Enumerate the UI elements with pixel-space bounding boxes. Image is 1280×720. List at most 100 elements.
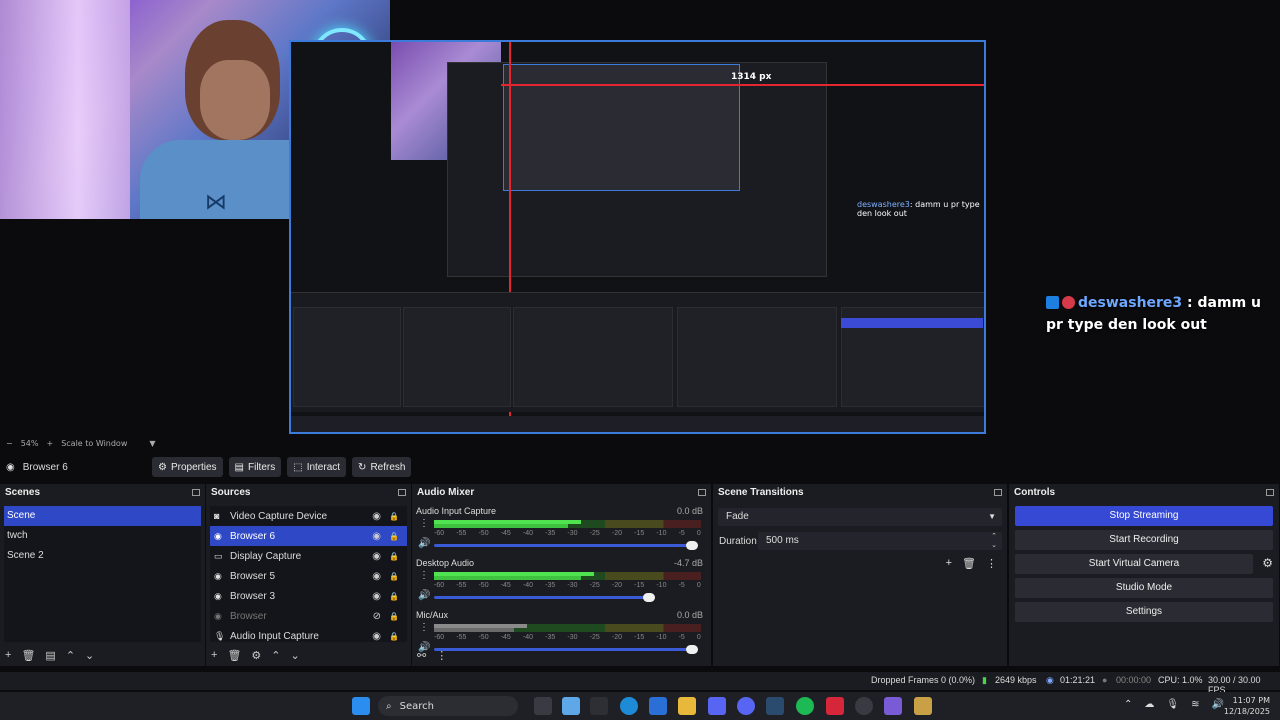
eye-icon[interactable]: ◉ — [372, 551, 381, 562]
eye-icon[interactable]: ◉ — [372, 531, 381, 542]
undock-icon[interactable] — [192, 488, 200, 496]
discord-icon[interactable] — [708, 697, 726, 715]
start-icon[interactable] — [352, 697, 370, 715]
display-capture-source[interactable]: 1314 px deswashere3: damm u pr type den … — [289, 40, 986, 434]
app3-icon[interactable] — [914, 697, 932, 715]
source-item[interactable]: ◙ Video Capture Device ◉ 🔒 — [210, 506, 407, 526]
copilot-icon[interactable] — [562, 697, 580, 715]
wifi-icon[interactable]: ≋ — [1191, 699, 1199, 710]
volume-slider-knob[interactable] — [685, 541, 698, 550]
kebab-icon[interactable]: ⋮ — [986, 557, 997, 570]
volume-slider-knob[interactable] — [642, 593, 655, 602]
cloud-icon[interactable]: ☁ — [1144, 699, 1154, 710]
system-tray: ⌃ ☁ 🎙 ≋ 🔊 — [1124, 699, 1224, 710]
volume-icon[interactable]: 🔊 — [1211, 699, 1223, 710]
refresh-button[interactable]: ↻ Refresh — [352, 457, 412, 477]
volume-slider-knob[interactable] — [685, 645, 698, 654]
obs-icon[interactable] — [855, 697, 873, 715]
scale-mode-dropdown[interactable]: ▼ — [149, 439, 155, 448]
filters-button[interactable]: ▤ Filters — [228, 457, 282, 477]
edge-icon[interactable] — [620, 697, 638, 715]
duration-spinner[interactable]: ⌃ ⌄ — [991, 532, 997, 550]
add-icon[interactable]: + — [5, 649, 11, 662]
record-icon: ● — [1102, 675, 1108, 685]
move-down-icon[interactable]: ⌄ — [291, 649, 300, 662]
source-item[interactable]: 🎙 Audio Input Capture ◉ 🔒 — [210, 626, 407, 646]
chevron-up-icon[interactable]: ⌃ — [1124, 699, 1132, 710]
source-item[interactable]: ◉ Browser 5 ◉ 🔒 — [210, 566, 407, 586]
zoom-in-button[interactable]: + — [46, 439, 53, 448]
undock-icon[interactable] — [398, 488, 406, 496]
bitrate: 2649 kbps — [995, 675, 1037, 685]
undock-icon[interactable] — [994, 488, 1002, 496]
undock-icon[interactable] — [698, 488, 706, 496]
dropped-frames: Dropped Frames 0 (0.0%) — [871, 675, 976, 685]
kebab-icon[interactable]: ⋮ — [419, 518, 429, 529]
preview-canvas[interactable]: ⋈ 1314 px deswashere3: damm u pr type de… — [0, 0, 1280, 438]
lock-icon[interactable]: 🔒 — [389, 632, 399, 641]
volume-slider[interactable] — [434, 596, 653, 599]
source-item[interactable]: ▭ Display Capture ◉ 🔒 — [210, 546, 407, 566]
speaker-icon[interactable]: 🔊 — [418, 590, 430, 601]
start-recording-button[interactable]: Start Recording — [1015, 530, 1273, 550]
lock-icon[interactable]: 🔒 — [389, 592, 399, 601]
move-up-icon[interactable]: ⌃ — [66, 649, 75, 662]
undock-icon[interactable] — [1266, 488, 1274, 496]
eye-icon[interactable]: ◉ — [372, 511, 381, 522]
taskbar-search[interactable]: ⌕ Search — [378, 696, 518, 716]
add-icon[interactable]: + — [946, 557, 952, 570]
move-up-icon[interactable]: ⌃ — [271, 649, 280, 662]
source-item[interactable]: ◉ Browser 6 ◉ 🔒 — [210, 526, 407, 546]
kebab-icon[interactable]: ⋮ — [436, 649, 447, 662]
discord-alt-icon[interactable] — [737, 697, 755, 715]
studio-mode-button[interactable]: Studio Mode — [1015, 578, 1273, 598]
eye-icon[interactable]: ◉ — [372, 571, 381, 582]
source-item[interactable]: ◉ Browser 3 ◉ 🔒 — [210, 586, 407, 606]
gear-icon[interactable]: ⚙ — [251, 649, 261, 662]
kebab-icon[interactable]: ⋮ — [419, 622, 429, 633]
settings-button[interactable]: Settings — [1015, 602, 1273, 622]
spotify-icon[interactable] — [796, 697, 814, 715]
app2-icon[interactable] — [884, 697, 902, 715]
eye-icon[interactable]: ⊘ — [373, 611, 381, 622]
task-view-icon[interactable] — [534, 697, 552, 715]
gear-icon[interactable]: ⚙ — [1262, 556, 1273, 570]
source-item[interactable]: ◉ Browser ⊘ 🔒 — [210, 606, 407, 626]
steam-icon[interactable] — [766, 697, 784, 715]
link-icon[interactable]: ⚯ — [417, 649, 426, 662]
taskbar-clock[interactable]: 11:07 PM 12/18/2025 — [1224, 695, 1270, 717]
lock-icon[interactable]: 🔒 — [389, 532, 399, 541]
trash-icon[interactable]: 🗑 — [962, 557, 976, 570]
zoom-out-button[interactable]: − — [6, 439, 13, 448]
eye-icon[interactable]: ◉ — [372, 631, 381, 642]
interact-button[interactable]: ⬚ Interact — [287, 457, 347, 477]
lock-icon[interactable]: 🔒 — [389, 552, 399, 561]
trash-icon[interactable]: 🗑 — [227, 649, 241, 662]
eye-icon[interactable]: ◉ — [372, 591, 381, 602]
lock-icon[interactable]: 🔒 — [389, 612, 399, 621]
add-icon[interactable]: + — [211, 649, 217, 662]
stop-streaming-button[interactable]: Stop Streaming — [1015, 506, 1273, 526]
trash-icon[interactable]: 🗑 — [21, 649, 35, 662]
lock-icon[interactable]: 🔒 — [389, 572, 399, 581]
scene-item[interactable]: twch — [4, 526, 201, 546]
controls-dock: Controls Stop Streaming Start Recording … — [1009, 484, 1280, 666]
app-icon[interactable] — [590, 697, 608, 715]
scene-item[interactable]: Scene 2 — [4, 546, 201, 566]
mic-icon[interactable]: 🎙 — [1166, 699, 1179, 710]
folder-icon[interactable] — [678, 697, 696, 715]
lock-icon[interactable]: 🔒 — [389, 512, 399, 521]
store-icon[interactable] — [649, 697, 667, 715]
volume-slider[interactable] — [434, 648, 696, 651]
scene-item[interactable]: Scene — [4, 506, 201, 526]
volume-slider[interactable] — [434, 544, 696, 547]
duration-input[interactable]: 500 ms — [758, 532, 1002, 550]
transition-select[interactable]: Fade ▼ — [718, 508, 1002, 526]
start-virtual-camera-button[interactable]: Start Virtual Camera — [1015, 554, 1253, 574]
move-down-icon[interactable]: ⌄ — [85, 649, 94, 662]
properties-button[interactable]: ⚙ Properties — [152, 457, 223, 477]
kebab-icon[interactable]: ⋮ — [419, 570, 429, 581]
filter-icon[interactable]: ▤ — [45, 649, 55, 662]
speaker-icon[interactable]: 🔊 — [418, 538, 430, 549]
media-icon[interactable] — [826, 697, 844, 715]
